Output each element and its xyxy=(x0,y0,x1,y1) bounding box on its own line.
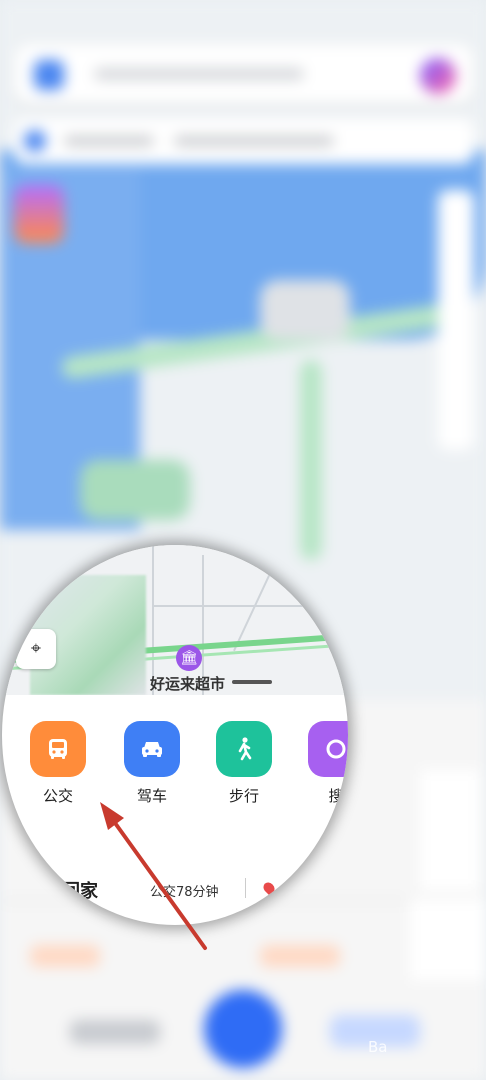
road xyxy=(300,360,322,560)
search-placeholder xyxy=(94,68,304,80)
park xyxy=(80,460,190,520)
search-label: 搜 xyxy=(328,787,344,805)
gift-icon[interactable] xyxy=(14,185,64,243)
weather-text xyxy=(174,136,334,146)
search-button[interactable]: 搜 xyxy=(306,721,348,806)
blurred-map-screen xyxy=(0,0,486,1080)
voice-assistant-icon[interactable] xyxy=(420,58,456,94)
poi-label[interactable]: 好运来超市 xyxy=(150,673,225,694)
bottom-left-button[interactable] xyxy=(70,1020,160,1044)
bus-button[interactable]: 公交 xyxy=(28,721,88,806)
watermark: Ba xyxy=(368,1038,388,1056)
search-bar[interactable] xyxy=(14,44,474,104)
compass-icon[interactable]: ⌖ xyxy=(16,629,56,669)
shop-icon[interactable]: 🏛 xyxy=(176,645,202,671)
search-icon xyxy=(308,721,348,777)
location-pin-icon xyxy=(16,597,30,611)
home-shortcut[interactable]: ⌂ 回家 xyxy=(32,877,98,903)
walk-label: 步行 xyxy=(228,787,259,805)
walk-button[interactable]: 步行 xyxy=(214,721,274,806)
home-icon: ⌂ xyxy=(32,879,54,901)
redaction-block xyxy=(410,900,486,980)
home-eta: 公交78分钟 xyxy=(150,885,219,900)
divider xyxy=(245,878,246,898)
weather-text xyxy=(64,136,154,146)
avatar[interactable] xyxy=(34,60,64,90)
block xyxy=(260,280,350,340)
walk-icon xyxy=(216,721,272,777)
chip[interactable] xyxy=(260,945,340,967)
lens-map: ⌖ 🏛 好运来超市 xyxy=(2,545,348,695)
map-tools-panel[interactable] xyxy=(438,190,474,450)
redaction-block xyxy=(420,770,480,890)
road xyxy=(152,605,348,607)
chip[interactable] xyxy=(30,945,100,967)
bus-label: 公交 xyxy=(42,787,73,805)
magnifier-lens: ⌖ 🏛 好运来超市 公交 驾车 步行 搜 ⌂ 回家 公交78分钟 xyxy=(2,545,348,925)
drag-handle[interactable] xyxy=(232,680,272,684)
weather-icon xyxy=(24,130,46,152)
car-button[interactable]: 驾车 xyxy=(122,721,182,806)
weather-banner xyxy=(14,118,474,164)
bus-icon xyxy=(30,721,86,777)
home-label: 回家 xyxy=(62,881,98,902)
car-label: 驾车 xyxy=(136,787,167,805)
car-icon xyxy=(124,721,180,777)
center-action-button[interactable] xyxy=(204,990,282,1068)
